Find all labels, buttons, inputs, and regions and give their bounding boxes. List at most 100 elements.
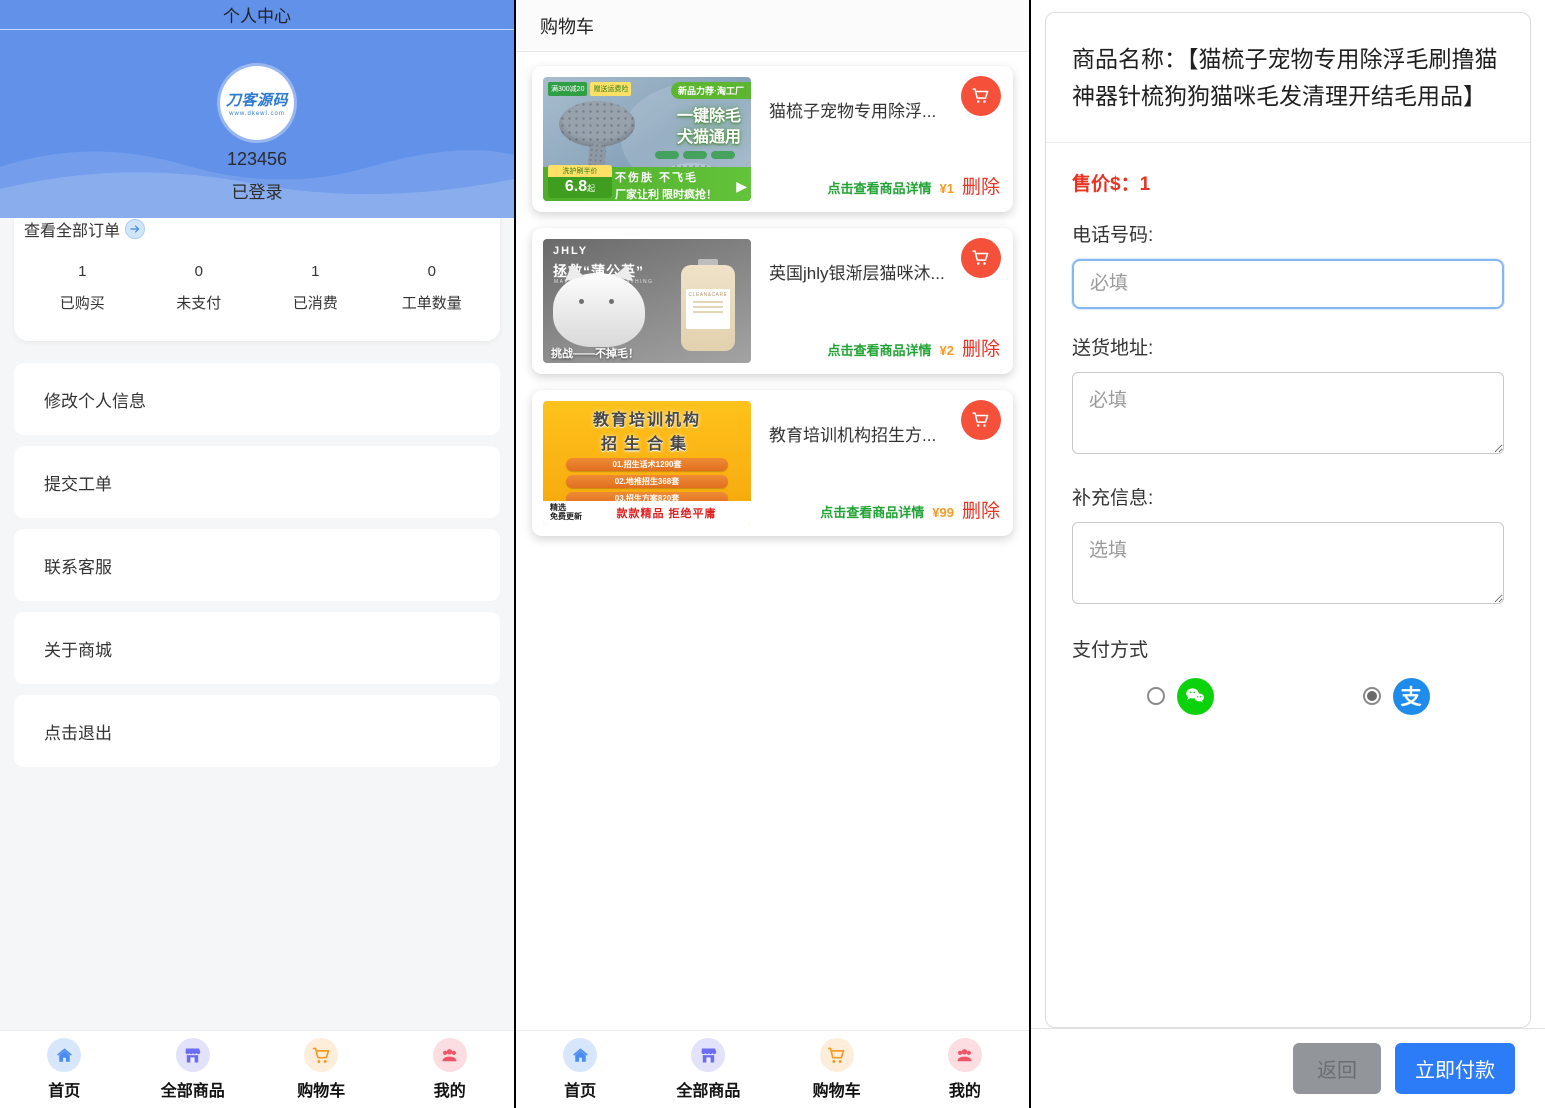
product-image[interactable]: 教育培训机构 招生合集 01.招生话术1290套 02.地推招生368套 03.… [543,401,751,525]
cart-item-actions: 点击查看商品详情 ¥2 删除 [828,334,1001,361]
item-price: ¥99 [932,505,954,520]
tab-all-products[interactable]: 全部商品 [644,1038,772,1101]
view-all-orders-label: 查看全部订单 [24,218,120,241]
extra-info-label: 补充信息: [1072,483,1504,510]
tab-all-products[interactable]: 全部商品 [129,1038,258,1101]
app: 个人中心 刀客源码 www.dkewl.com 123456 已登录 查看全部订… [0,0,1545,1108]
cart-badge-icon[interactable] [961,76,1001,116]
tab-home[interactable]: 首页 [516,1038,644,1101]
delete-button[interactable]: 删除 [962,496,1000,523]
extra-info-input[interactable] [1072,522,1504,604]
tab-label: 购物车 [813,1077,861,1101]
cart-item: 教育培训机构 招生合集 01.招生话术1290套 02.地推招生368套 03.… [532,390,1013,536]
tab-label: 我的 [434,1077,466,1101]
stat-value: 1 [24,263,141,280]
tab-label: 我的 [949,1077,981,1101]
view-detail-link[interactable]: 点击查看商品详情 [820,502,924,521]
order-stats: 1 已购买 0 未支付 1 已消费 0 工单数量 [24,263,490,313]
username: 123456 [227,149,287,170]
view-detail-link[interactable]: 点击查看商品详情 [828,178,932,197]
cart-icon [304,1038,338,1072]
promo-badges: 满300减20 赠送运费险 [548,82,631,96]
personal-center-screen: 个人中心 刀客源码 www.dkewl.com 123456 已登录 查看全部订… [0,0,514,1108]
product-image[interactable]: JHLY 拯救“蒲公英” MAKE CATS LOVE BATHING CLEA… [543,239,751,363]
order-action-bar: 返回 立即付款 [1031,1028,1545,1108]
ad-brand: JHLY [553,245,588,257]
ad-list-bar: 02.地推招生368套 [566,475,728,488]
cart-badge-icon[interactable] [961,400,1001,440]
item-price: ¥1 [940,181,954,196]
avatar[interactable]: 刀客源码 www.dkewl.com [220,66,294,140]
tab-home[interactable]: 首页 [0,1038,129,1101]
back-button[interactable]: 返回 [1293,1043,1381,1094]
menu-item-about-mall[interactable]: 关于商城 [14,612,500,684]
address-label: 送货地址: [1072,333,1504,360]
item-price: ¥2 [940,343,954,358]
cart-screen: 购物车 满300减20 赠送运费险 新品力荐·淘工厂 一键 [514,0,1029,1108]
cart-item-actions: 点击查看商品详情 ¥1 删除 [828,172,1001,199]
menu-item-logout[interactable]: 点击退出 [14,695,500,767]
alipay-icon[interactable]: 支 [1393,678,1430,715]
stat-label: 工单数量 [374,292,491,313]
phone-label: 电话号码: [1072,220,1504,247]
ad-tagline: 挑战——不掉毛！ [551,345,639,361]
cart-item-actions: 点击查看商品详情 ¥99 删除 [820,496,1000,523]
stat-purchased[interactable]: 1 已购买 [24,263,141,313]
stat-value: 1 [257,263,374,280]
tab-mine[interactable]: 我的 [386,1038,515,1101]
ad-price-box: 洗护刷半价 6.8起 [548,165,612,198]
payment-options: 支 [1072,678,1504,715]
stat-unpaid[interactable]: 0 未支付 [141,263,258,313]
payment-method-label: 支付方式 [1072,635,1504,662]
ad-bottom-strip: 精选 免费更新 款款精品 拒绝平庸 [543,501,751,525]
order-form-body: 售价$：1 电话号码: 送货地址: 补充信息: 支付方式 [1046,142,1530,715]
arrow-right-icon [125,219,145,239]
tab-label: 全部商品 [676,1077,740,1101]
brush-illustration [559,101,635,147]
promo-badge: 赠送运费险 [590,82,631,96]
menu-item-submit-ticket[interactable]: 提交工单 [14,446,500,518]
address-input[interactable] [1072,372,1504,454]
tab-mine[interactable]: 我的 [901,1038,1029,1101]
shop-icon [691,1038,725,1072]
promo-badge: 满300减20 [548,82,587,96]
play-icon: ▶ [736,178,747,195]
stat-value: 0 [374,263,491,280]
cart-item: 满300减20 赠送运费险 新品力荐·淘工厂 一键除毛 犬猫通用 不伤肤 不飞毛… [532,66,1013,212]
view-all-orders-link[interactable]: 查看全部订单 [24,218,145,241]
cart-list: 满300减20 赠送运费险 新品力荐·淘工厂 一键除毛 犬猫通用 不伤肤 不飞毛… [516,52,1029,1030]
wechat-radio[interactable] [1147,687,1165,705]
stat-label: 已购买 [24,292,141,313]
delete-button[interactable]: 删除 [962,172,1000,199]
home-icon [47,1038,81,1072]
menu-item-contact-support[interactable]: 联系客服 [14,529,500,601]
tab-cart[interactable]: 购物车 [257,1038,386,1101]
stat-value: 0 [141,263,258,280]
menu-item-edit-profile[interactable]: 修改个人信息 [14,363,500,435]
people-icon [433,1038,467,1072]
alipay-radio[interactable] [1363,687,1381,705]
ad-headline2: 招生合集 [543,430,751,454]
stat-tickets[interactable]: 0 工单数量 [374,263,491,313]
ad-tagline: 款款精品 拒绝平庸 [582,505,751,521]
delete-button[interactable]: 删除 [962,334,1000,361]
cart-badge-icon[interactable] [961,238,1001,278]
tab-label: 全部商品 [161,1077,225,1101]
shop-icon [176,1038,210,1072]
wechat-icon[interactable] [1177,678,1214,715]
stat-consumed[interactable]: 1 已消费 [257,263,374,313]
page-title: 个人中心 [0,0,514,30]
phone-input[interactable] [1072,259,1504,309]
view-detail-link[interactable]: 点击查看商品详情 [828,340,932,359]
bottom-nav: 首页 全部商品 购物车 我的 [516,1030,1029,1108]
tab-label: 首页 [48,1077,80,1101]
avatar-logo-subtext: www.dkewl.com [229,111,285,117]
product-image[interactable]: 满300减20 赠送运费险 新品力荐·淘工厂 一键除毛 犬猫通用 不伤肤 不飞毛… [543,77,751,201]
payment-option-alipay: 支 [1288,678,1504,715]
pay-now-button[interactable]: 立即付款 [1395,1043,1515,1094]
ad-headline: 一键除毛 犬猫通用 [677,107,741,149]
tab-cart[interactable]: 购物车 [773,1038,901,1101]
home-icon [563,1038,597,1072]
ad-headline: 教育培训机构 [543,406,751,430]
stat-label: 已消费 [257,292,374,313]
